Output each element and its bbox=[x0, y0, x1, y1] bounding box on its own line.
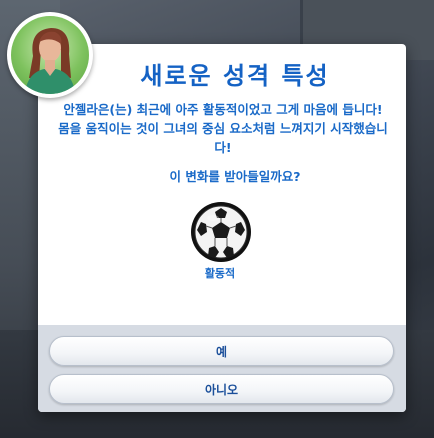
yes-button[interactable]: 예 bbox=[49, 336, 394, 366]
dialog-title: 새로운 성격 특성 bbox=[140, 62, 330, 90]
dialog-message: 안젤라은(는) 최근에 아주 활동적이었고 그게 마음에 듭니다! 몸을 움직이… bbox=[58, 102, 388, 155]
no-button[interactable]: 아니오 bbox=[49, 374, 394, 404]
trait-label: 활동적 bbox=[204, 267, 236, 280]
soccer-ball-icon bbox=[191, 202, 251, 262]
dialog-question: 이 변화를 받아들일까요? bbox=[169, 169, 301, 184]
